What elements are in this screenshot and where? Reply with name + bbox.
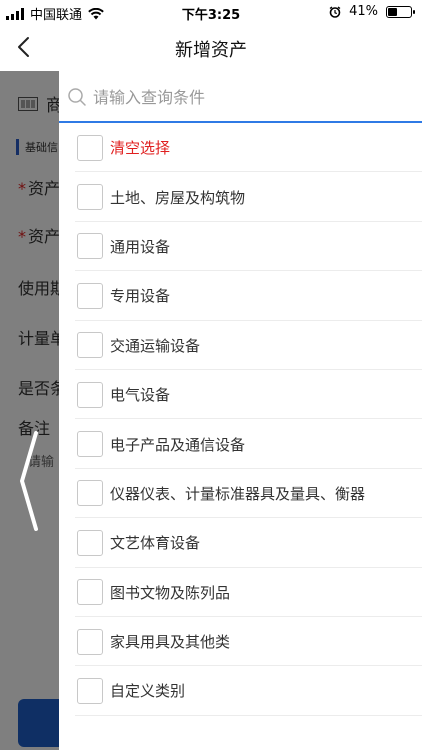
checkbox[interactable] <box>77 282 103 309</box>
battery-fill <box>388 7 397 16</box>
search-input[interactable] <box>93 83 403 111</box>
category-item[interactable]: 电气设备 <box>59 370 422 420</box>
search-icon <box>68 88 86 106</box>
checkbox[interactable] <box>77 134 103 161</box>
checkbox[interactable] <box>77 184 103 211</box>
category-label: 土地、房屋及构筑物 <box>110 188 246 207</box>
category-label: 电子产品及通信设备 <box>110 435 246 454</box>
category-item[interactable]: 专用设备 <box>59 271 422 321</box>
checkbox[interactable] <box>77 233 103 260</box>
category-item[interactable]: 土地、房屋及构筑物 <box>59 172 422 223</box>
category-drawer: 清空选择土地、房屋及构筑物通用设备专用设备交通运输设备电气设备电子产品及通信设备… <box>59 71 422 750</box>
page-title: 新增资产 <box>175 40 247 61</box>
category-label: 家具用具及其他类 <box>110 633 231 652</box>
alarm-icon <box>329 5 341 18</box>
category-item[interactable]: 自定义类别 <box>59 666 422 717</box>
swipe-back-indicator-icon <box>20 431 38 531</box>
checkbox[interactable] <box>77 628 103 655</box>
category-item[interactable]: 仪器仪表、计量标准器具及量具、衡器 <box>59 469 422 519</box>
checkbox[interactable] <box>77 529 103 556</box>
category-label: 清空选择 <box>110 139 171 158</box>
battery-icon <box>386 5 415 18</box>
category-label: 自定义类别 <box>110 682 186 701</box>
category-label: 交通运输设备 <box>110 336 201 355</box>
status-bar: 中国联通 下午3:25 41% <box>0 0 422 24</box>
category-label: 电气设备 <box>110 386 171 405</box>
nav-bar: 新增资产 <box>0 24 422 71</box>
category-item[interactable]: 文艺体育设备 <box>59 518 422 568</box>
category-item[interactable]: 家具用具及其他类 <box>59 617 422 667</box>
category-label: 通用设备 <box>110 237 171 256</box>
category-item[interactable]: 图书文物及陈列品 <box>59 568 422 618</box>
category-label: 文艺体育设备 <box>110 534 201 553</box>
battery-percent: 41% <box>349 4 378 19</box>
checkbox[interactable] <box>77 431 103 458</box>
category-item[interactable]: 通用设备 <box>59 222 422 272</box>
search-bar <box>59 71 422 123</box>
category-list: 清空选择土地、房屋及构筑物 通用设备专用设备交通运输设备 电气设备电子产品及通信设备… <box>59 123 422 717</box>
category-item[interactable]: 交通运输设备 <box>59 321 422 371</box>
checkbox[interactable] <box>77 480 103 507</box>
checkbox[interactable] <box>77 579 103 606</box>
checkbox[interactable] <box>77 381 103 408</box>
clear-selection-item[interactable]: 清空选择 <box>59 123 422 173</box>
status-right: 41% <box>329 4 415 19</box>
checkbox[interactable] <box>77 677 103 704</box>
category-label: 图书文物及陈列品 <box>110 583 231 602</box>
category-label: 仪器仪表、计量标准器具及量具、衡器 <box>110 484 366 503</box>
checkbox[interactable] <box>77 332 103 359</box>
category-item[interactable]: 电子产品及通信设备 <box>59 419 422 470</box>
category-label: 专用设备 <box>110 287 171 306</box>
